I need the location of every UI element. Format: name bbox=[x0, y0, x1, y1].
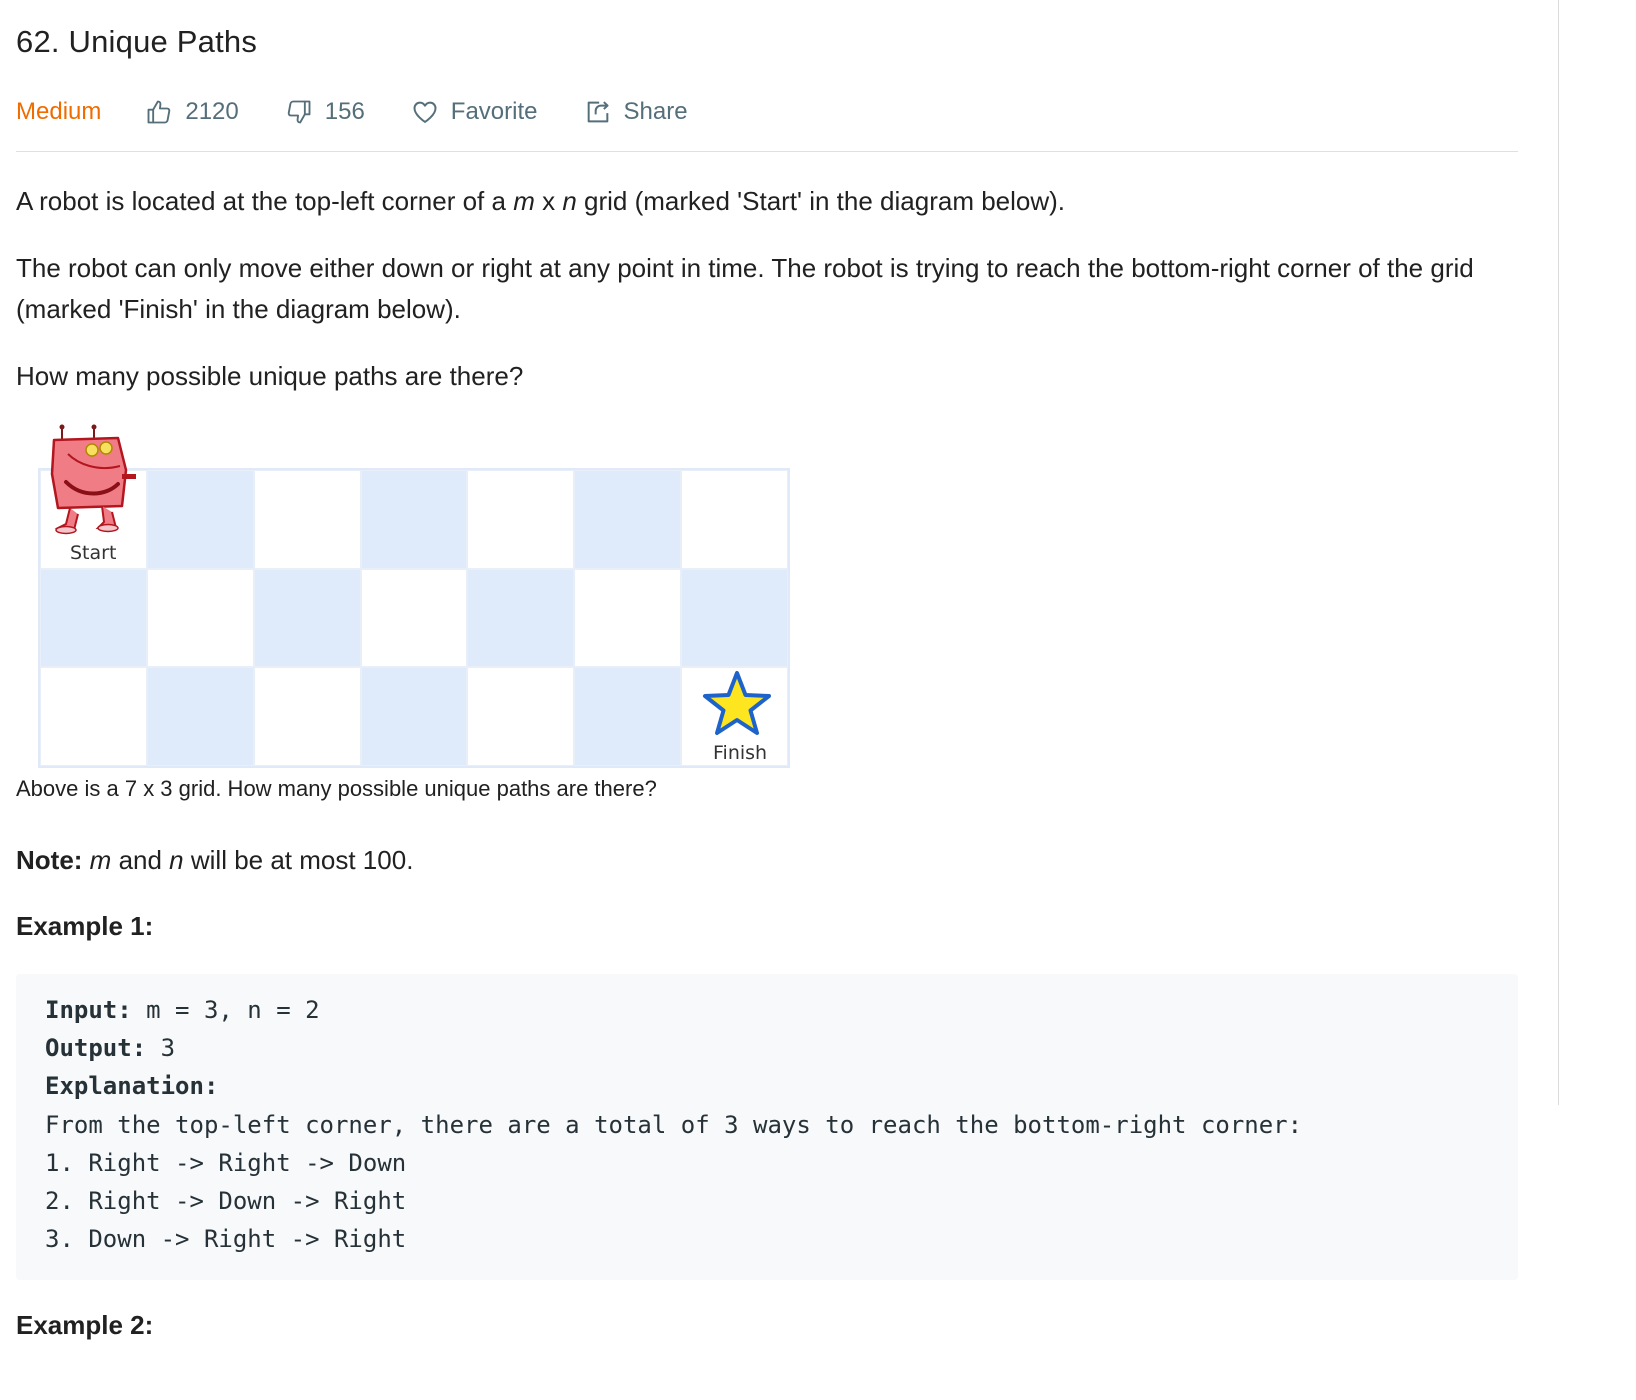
favorite-label: Favorite bbox=[450, 98, 538, 125]
grid-cell bbox=[681, 568, 788, 668]
grid-cell bbox=[146, 470, 254, 569]
grid bbox=[38, 468, 790, 768]
grid-cell bbox=[467, 667, 575, 766]
scrollbar[interactable] bbox=[1558, 0, 1559, 1105]
grid-cell bbox=[467, 470, 575, 569]
grid-cell bbox=[146, 667, 254, 766]
like-count: 2120 bbox=[185, 98, 239, 125]
grid-cell bbox=[574, 667, 682, 766]
problem-actions-bar: Medium 2120 156 Favorite Share bbox=[16, 92, 734, 132]
grid-cell bbox=[360, 470, 468, 569]
heart-icon bbox=[413, 101, 437, 123]
grid-cell bbox=[40, 667, 147, 766]
thumbs-down-icon bbox=[287, 100, 311, 124]
share-button[interactable]: Share bbox=[584, 98, 688, 126]
grid-cell bbox=[146, 568, 254, 668]
description-paragraph-3: How many possible unique paths are there… bbox=[16, 361, 524, 391]
dislike-button[interactable]: 156 bbox=[285, 98, 365, 126]
example-2-title: Example 2: bbox=[16, 1310, 154, 1340]
example-1-code-block: Input: m = 3, n = 2 Output: 3 Explanatio… bbox=[16, 974, 1518, 1280]
finish-label: Finish bbox=[713, 742, 768, 764]
code-path-line: 1. Right -> Right -> Down bbox=[45, 1149, 407, 1177]
like-button[interactable]: 2120 bbox=[145, 98, 239, 126]
difficulty-badge: Medium bbox=[16, 98, 102, 125]
favorite-button[interactable]: Favorite bbox=[411, 98, 538, 126]
code-output-line: Output: 3 bbox=[45, 1034, 176, 1062]
code-explanation-label: Explanation: bbox=[45, 1072, 219, 1100]
header-divider bbox=[16, 151, 1518, 152]
grid-cell bbox=[253, 667, 361, 766]
start-label: Start bbox=[70, 542, 117, 564]
grid-cell bbox=[360, 568, 468, 668]
grid-diagram: Start Finish bbox=[38, 424, 794, 772]
share-label: Share bbox=[623, 98, 688, 125]
code-input-line: Input: m = 3, n = 2 bbox=[45, 996, 320, 1024]
share-icon bbox=[587, 101, 609, 123]
thumbs-up-icon bbox=[147, 100, 171, 124]
grid-cell bbox=[574, 568, 682, 668]
problem-title: 62. Unique Paths bbox=[16, 24, 258, 59]
grid-cell bbox=[681, 470, 788, 569]
code-path-line: 2. Right -> Down -> Right bbox=[45, 1187, 407, 1215]
grid-cell bbox=[360, 667, 468, 766]
code-path-line: 3. Down -> Right -> Right bbox=[45, 1225, 407, 1253]
grid-cell bbox=[253, 568, 361, 668]
note-paragraph: Note: m and n will be at most 100. bbox=[16, 845, 414, 875]
example-1-title: Example 1: bbox=[16, 911, 154, 941]
description-paragraph-1: A robot is located at the top-left corne… bbox=[16, 186, 1066, 216]
grid-cell bbox=[574, 470, 682, 569]
description-paragraph-2: The robot can only move either down or r… bbox=[16, 253, 1474, 324]
figure-caption: Above is a 7 x 3 grid. How many possible… bbox=[16, 776, 657, 801]
robot-icon bbox=[50, 424, 136, 535]
dislike-count: 156 bbox=[324, 98, 365, 125]
code-explanation-line: From the top-left corner, there are a to… bbox=[45, 1111, 1303, 1139]
grid-cell bbox=[467, 568, 575, 668]
star-icon bbox=[703, 671, 771, 735]
grid-cell bbox=[253, 470, 361, 569]
grid-cell bbox=[40, 568, 147, 668]
